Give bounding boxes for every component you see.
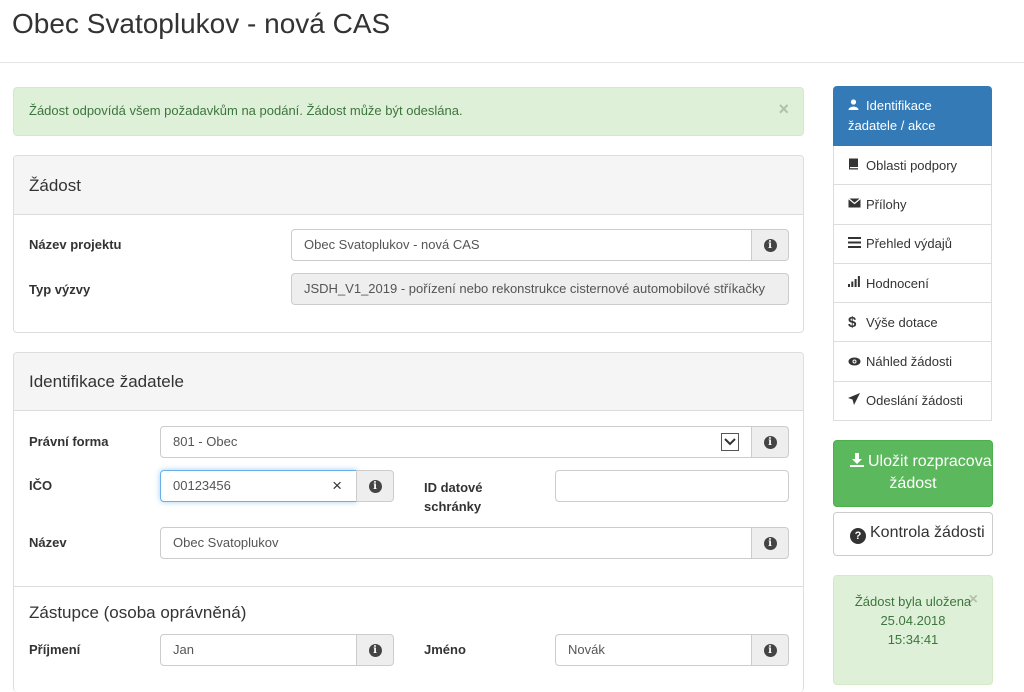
data-box-input[interactable]	[555, 470, 789, 502]
firstname-input[interactable]: Novák	[555, 634, 752, 666]
user-icon	[848, 97, 864, 116]
nav-item-label: Náhled žádosti	[866, 354, 952, 370]
nav-item-label: Odeslání žádosti	[866, 393, 963, 409]
call-type-input: JSDH_V1_2019 - pořízení nebo rekonstrukc…	[291, 273, 789, 305]
save-draft-label-2: žádost	[889, 475, 937, 492]
eye-icon	[848, 355, 864, 369]
surname-label: Příjmení	[29, 642, 81, 657]
send-icon	[848, 393, 864, 408]
ico-label: IČO	[29, 478, 53, 493]
title-divider	[0, 62, 1024, 63]
project-name-info-button[interactable]: i	[751, 229, 789, 261]
ico-input[interactable]: 00123456 ×	[160, 470, 357, 502]
question-icon: ?	[850, 528, 866, 544]
nav-item-label: Hodnocení	[866, 275, 929, 291]
nav-item-prilohy[interactable]: Přílohy	[833, 185, 992, 225]
identifikace-heading: Identifikace žadatele	[29, 372, 184, 391]
nav-item-label: Přehled výdajů	[866, 236, 952, 252]
ico-value: 00123456	[173, 478, 231, 493]
close-icon[interactable]: ×	[969, 590, 978, 609]
nav-item-nahled-zadosti[interactable]: Náhled žádosti	[833, 342, 992, 382]
info-icon: i	[763, 238, 777, 252]
chevron-down-icon[interactable]	[721, 433, 739, 451]
section-divider	[14, 586, 803, 587]
check-request-button[interactable]: ? Kontrola žádosti	[833, 512, 993, 556]
nav-item-vyse-dotace[interactable]: $ Výše dotace	[833, 303, 992, 343]
nav-item-prehled-vydaju[interactable]: Přehled výdajů	[833, 224, 992, 264]
data-box-label: ID datové schránky	[424, 480, 483, 514]
saved-alert-time: 15:34:41	[887, 632, 939, 647]
call-type-label: Typ výzvy	[29, 282, 91, 297]
envelope-icon	[848, 197, 864, 211]
zadost-panel-heading: Žádost	[14, 156, 803, 215]
name-info-button[interactable]: i	[751, 527, 789, 559]
firstname-info-button[interactable]: i	[751, 634, 789, 666]
book-icon	[848, 158, 864, 173]
ico-info-button[interactable]: i	[356, 470, 394, 502]
save-draft-button[interactable]: Uložit rozpracovanou žádost	[833, 440, 993, 507]
surname-info-button[interactable]: i	[356, 634, 394, 666]
saved-alert-date: 25.04.2018	[880, 613, 946, 628]
nav-item-label: Přílohy	[866, 196, 907, 212]
info-icon: i	[763, 435, 777, 449]
zadost-heading: Žádost	[29, 176, 81, 195]
nav-item-label: Oblasti podpory	[866, 157, 958, 173]
signal-icon	[848, 276, 864, 290]
nav-item-hodnoceni[interactable]: Hodnocení	[833, 263, 992, 304]
clear-icon[interactable]: ×	[332, 471, 342, 501]
dollar-icon: $	[848, 313, 857, 331]
close-icon[interactable]: ×	[778, 100, 789, 118]
page-title: Obec Svatoplukov - nová CAS	[12, 8, 391, 39]
info-icon: i	[368, 479, 382, 493]
legal-form-value: 801 - Obec	[173, 434, 238, 449]
name-label: Název	[29, 535, 67, 550]
zastupce-heading: Zástupce (osoba oprávněná)	[29, 603, 247, 622]
name-input[interactable]: Obec Svatoplukov	[160, 527, 752, 559]
saved-alert-text: Žádost byla uložena	[854, 594, 972, 609]
legal-form-info-button[interactable]: i	[751, 426, 789, 458]
firstname-label: Jméno	[424, 642, 466, 657]
sidebar-nav: Identifikace žadatele / akce Oblasti pod…	[833, 86, 992, 422]
legal-form-select[interactable]: 801 - Obec	[160, 426, 752, 458]
surname-input[interactable]: Jan	[160, 634, 357, 666]
nav-item-oblasti-podpory[interactable]: Oblasti podpory	[833, 146, 992, 186]
nav-item-identifikace[interactable]: Identifikace žadatele / akce	[833, 86, 992, 146]
identifikace-panel-heading: Identifikace žadatele	[14, 353, 803, 411]
project-name-input[interactable]: Obec Svatoplukov - nová CAS	[291, 229, 752, 261]
save-draft-label: Uložit rozpracovanou	[868, 453, 992, 470]
success-alert-text: Žádost odpovídá všem požadavkům na podán…	[29, 103, 463, 118]
list-icon	[848, 236, 864, 251]
info-icon: i	[763, 643, 777, 657]
download-icon	[850, 452, 864, 473]
saved-alert: × Žádost byla uložena 25.04.2018 15:34:4…	[833, 575, 993, 685]
nav-item-odeslani-zadosti[interactable]: Odeslání žádosti	[833, 381, 992, 422]
check-request-label: Kontrola žádosti	[870, 524, 985, 541]
info-icon: i	[763, 536, 777, 550]
nav-item-label: Výše dotace	[866, 314, 938, 330]
success-alert: Žádost odpovídá všem požadavkům na podán…	[13, 87, 804, 136]
info-icon: i	[368, 643, 382, 657]
project-name-label: Název projektu	[29, 237, 122, 252]
legal-form-label: Právní forma	[29, 434, 109, 449]
